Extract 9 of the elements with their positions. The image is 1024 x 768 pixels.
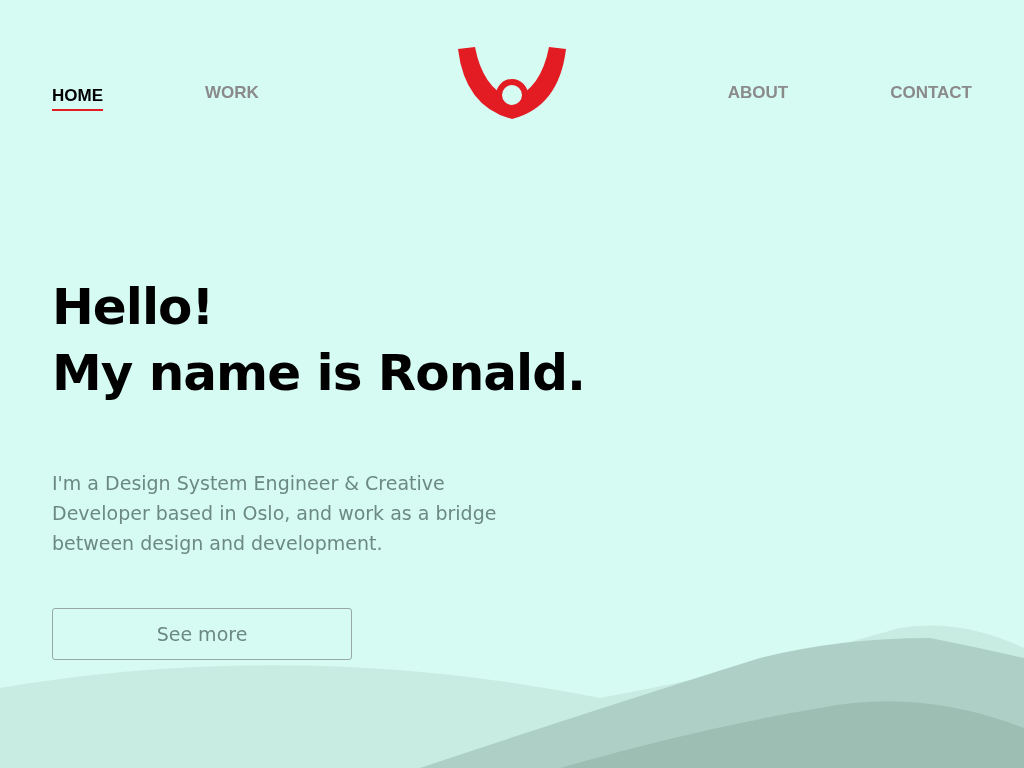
hero-heading: My name is Ronald. [52, 343, 586, 404]
hero-heading: Hello! [52, 277, 215, 338]
logo-icon [455, 47, 569, 121]
nav-link[interactable]: HOME [52, 85, 103, 111]
intro-text: I'm a Design System Engineer & Creative Developer based in Oslo, and work as a bridge between design and development. [52, 471, 498, 556]
nav-link[interactable]: CONTACT [890, 83, 972, 108]
see-more-button[interactable]: See more [52, 608, 352, 660]
nav-link[interactable]: ABOUT [727, 83, 789, 108]
nav-link[interactable]: WORK [205, 83, 259, 108]
